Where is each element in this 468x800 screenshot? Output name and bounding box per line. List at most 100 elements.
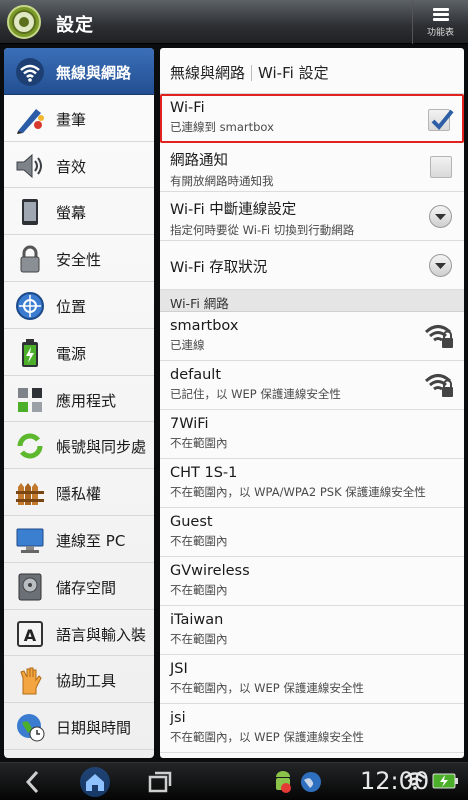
- wifi-locked-signal-icon: [424, 325, 453, 348]
- sidebar-item-pen[interactable]: 畫筆: [4, 95, 154, 142]
- network-status: 已連線: [170, 338, 205, 352]
- recent-apps-icon[interactable]: [146, 768, 174, 796]
- wifi-settings-panel: 無線與網路 Wi-Fi 設定 Wi-Fi 已連線到 smartbox 網路通知 有…: [160, 48, 464, 758]
- wifi-disconnect-policy-row[interactable]: Wi-Fi 中斷連線設定 指定何時要從 Wi-Fi 切換到行動網路: [160, 192, 464, 241]
- hand-icon: [20, 667, 42, 695]
- sidebar-item-wireless[interactable]: 無線與網路: [4, 48, 154, 95]
- network-status: 不在範圍內，以 WPA/WPA2 PSK 保護連線安全性: [170, 485, 426, 499]
- sidebar-item-accounts-sync[interactable]: 帳號與同步處: [4, 422, 154, 470]
- sidebar-item-date-time[interactable]: 日期與時間: [4, 703, 154, 750]
- keyboard-icon: A: [17, 620, 43, 647]
- sidebar-item-privacy[interactable]: 隱私權: [4, 469, 154, 516]
- sidebar-item-apps[interactable]: 應用程式: [4, 376, 154, 423]
- sidebar-item-sound[interactable]: 音效: [4, 142, 154, 189]
- back-icon[interactable]: [22, 768, 44, 796]
- settings-gear-icon[interactable]: [6, 4, 42, 40]
- network-ssid: iTaiwan: [170, 612, 224, 628]
- network-row[interactable]: iTaiwan 不在範圍內: [160, 606, 464, 655]
- settings-sidebar: 無線與網路 畫筆 音效 螢幕 安全性 位置 電源 應用程式 帳號與同步處 隱私權…: [4, 48, 154, 758]
- sidebar-item-label: 連線至 PC: [56, 531, 126, 550]
- breadcrumb: 無線與網路 Wi-Fi 設定: [160, 48, 464, 94]
- breadcrumb-separator: [251, 65, 253, 81]
- sidebar-item-security[interactable]: 安全性: [4, 235, 154, 282]
- wifi-disconnect-title: Wi-Fi 中斷連線設定: [170, 202, 297, 218]
- sidebar-item-label: 無線與網路: [56, 64, 132, 82]
- breadcrumb-parent[interactable]: 無線與網路: [170, 64, 245, 82]
- sidebar-item-label: 帳號與同步處: [56, 438, 147, 457]
- sidebar-item-location[interactable]: 位置: [4, 282, 154, 329]
- screen-icon: [22, 199, 38, 226]
- sidebar-item-label: 位置: [56, 297, 87, 316]
- network-ssid: Guest: [170, 514, 213, 530]
- fence-icon: [16, 483, 44, 506]
- network-status: 不在範圍內: [170, 632, 228, 646]
- network-row[interactable]: default 已記住，以 WEP 保護連線安全性: [160, 361, 464, 410]
- main-area: 無線與網路 畫筆 音效 螢幕 安全性 位置 電源 應用程式 帳號與同步處 隱私權…: [0, 44, 468, 762]
- network-status: 不在範圍內: [170, 534, 228, 548]
- wifi-access-title: Wi-Fi 存取狀況: [170, 260, 268, 276]
- sidebar-item-label: 音效: [56, 157, 87, 176]
- network-notify-checkbox[interactable]: [430, 156, 452, 178]
- network-status: 不在範圍內，以 WEP 保護連線安全性: [170, 681, 364, 695]
- apps-icon: [18, 387, 42, 412]
- network-row[interactable]: Guest 不在範圍內: [160, 508, 464, 557]
- network-notify-subtitle: 有開放網路時通知我: [170, 174, 274, 188]
- sidebar-item-storage[interactable]: 儲存空間: [4, 563, 154, 610]
- sidebar-item-connect-pc[interactable]: 連線至 PC: [4, 516, 154, 563]
- sync-icon: [17, 433, 43, 459]
- wifi-toggle-row[interactable]: Wi-Fi 已連線到 smartbox: [160, 94, 464, 143]
- wifi-locked-signal-icon: [424, 374, 453, 397]
- svg-text:A: A: [24, 626, 37, 645]
- breadcrumb-current: Wi-Fi 設定: [258, 64, 329, 82]
- network-ssid: smartbox: [170, 318, 239, 334]
- wifi-title: Wi-Fi: [170, 100, 205, 116]
- sidebar-item-label: 螢幕: [56, 204, 87, 223]
- wifi-disconnect-subtitle: 指定何時要從 Wi-Fi 切換到行動網路: [170, 223, 355, 237]
- battery-icon: [22, 338, 38, 367]
- network-notify-row[interactable]: 網路通知 有開放網路時通知我: [160, 143, 464, 192]
- network-row[interactable]: jsi 不在範圍內，以 WEP 保護連線安全性: [160, 704, 464, 753]
- network-row[interactable]: JSI 不在範圍內，以 WEP 保護連線安全性: [160, 655, 464, 704]
- android-notification-icon[interactable]: [272, 768, 294, 796]
- chevron-down-icon: [435, 214, 446, 220]
- sidebar-item-language-input[interactable]: A 語言與輸入裝: [4, 610, 154, 657]
- menu-icon: [432, 6, 449, 23]
- menu-button[interactable]: 功能表: [412, 0, 468, 44]
- sidebar-item-display[interactable]: 螢幕: [4, 188, 154, 236]
- lock-icon: [20, 245, 40, 273]
- home-icon[interactable]: [78, 765, 112, 799]
- network-notify-title: 網路通知: [170, 153, 228, 169]
- page-title: 設定: [56, 15, 94, 36]
- network-ssid: jsi: [170, 710, 186, 726]
- sidebar-item-label: 安全性: [56, 251, 102, 270]
- globe-notification-icon[interactable]: [298, 768, 324, 796]
- network-status: 不在範圍內: [170, 436, 228, 450]
- network-row[interactable]: 7WiFi 不在範圍內: [160, 410, 464, 459]
- chevron-down-icon: [435, 263, 446, 269]
- speaker-icon: [16, 153, 42, 178]
- clock-globe-icon: [17, 714, 45, 742]
- sidebar-item-power[interactable]: 電源: [4, 329, 154, 376]
- menu-label: 功能表: [426, 28, 454, 38]
- network-ssid: default: [170, 367, 222, 383]
- network-row[interactable]: CHT 1S-1 不在範圍內，以 WPA/WPA2 PSK 保護連線安全性: [160, 459, 464, 508]
- wifi-signal-icon: [404, 772, 426, 790]
- storage-icon: [18, 573, 42, 601]
- battery-charging-icon: [432, 773, 458, 789]
- wifi-checkbox[interactable]: [428, 109, 454, 131]
- sidebar-item-label: 應用程式: [56, 391, 117, 410]
- wifi-networks-header: Wi-Fi 網路: [160, 290, 464, 312]
- access-dropdown[interactable]: [429, 254, 452, 277]
- wifi-icon: [16, 58, 44, 86]
- location-icon: [16, 291, 44, 320]
- network-ssid: GVwireless: [170, 563, 250, 579]
- sidebar-item-label: 儲存空間: [56, 578, 117, 597]
- sidebar-item-accessibility[interactable]: 協助工具: [4, 656, 154, 704]
- title-bar: 設定 功能表: [0, 0, 468, 44]
- network-row[interactable]: smartbox 已連線: [160, 312, 464, 361]
- network-ssid: JSI: [170, 661, 188, 677]
- network-row[interactable]: GVwireless 不在範圍內: [160, 557, 464, 606]
- disconnect-dropdown[interactable]: [429, 205, 452, 228]
- wifi-access-status-row[interactable]: Wi-Fi 存取狀況: [160, 241, 464, 290]
- sidebar-item-label: 畫筆: [56, 110, 87, 129]
